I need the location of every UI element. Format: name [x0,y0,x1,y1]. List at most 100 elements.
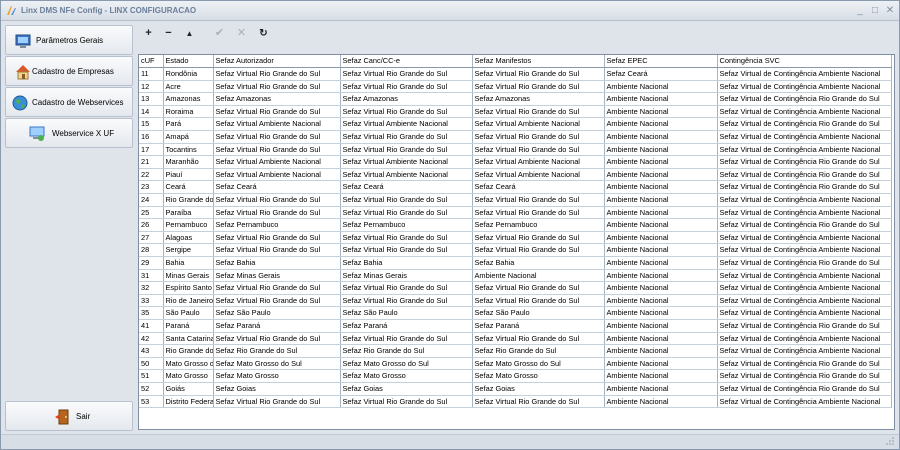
table-cell[interactable]: Sefaz Virtual Rio Grande do Sul [472,105,605,119]
table-cell[interactable]: Acre [163,80,214,94]
add-button[interactable]: + [139,24,158,43]
table-cell[interactable]: Sefaz Virtual de Contingência Ambiente N… [717,231,892,245]
column-header[interactable]: Estado [163,55,214,69]
table-cell[interactable]: Sefaz Ceará [340,180,473,195]
sidebar-item-parametros-gerais[interactable]: Parâmetros Gerais [5,25,133,55]
data-grid[interactable]: cUF Estado Sefaz Autorizador Sefaz Canc/… [138,54,895,430]
table-cell[interactable]: Sefaz Virtual Rio Grande do Sul [213,243,341,257]
table-cell[interactable]: Ambiente Nacional [604,92,718,106]
table-cell[interactable]: Ambiente Nacional [604,193,718,207]
table-cell[interactable]: Sefaz Virtual de Contingência Rio Grande… [717,168,892,182]
table-cell[interactable]: 31 [139,269,164,283]
table-row[interactable]: 41 Paraná Sefaz Paraná Sefaz Paraná Sefaz Pa… [139,319,892,333]
exit-button[interactable]: Sair [5,401,133,431]
table-cell[interactable]: Sefaz Virtual de Contingência Rio Grande… [717,256,892,270]
table-cell[interactable]: 21 [139,155,164,169]
table-cell[interactable]: 33 [139,294,164,308]
table-cell[interactable]: 28 [139,243,164,257]
cancel-button[interactable]: ✕ [232,24,251,43]
table-cell[interactable]: 13 [139,92,164,106]
table-cell[interactable]: Ambiente Nacional [604,294,718,308]
table-cell[interactable]: Sefaz Virtual Rio Grande do Sul [340,231,473,245]
table-cell[interactable]: Sefaz Virtual Rio Grande do Sul [213,206,341,220]
table-cell[interactable]: Ambiente Nacional [604,369,718,383]
table-row[interactable]: 33 Rio de Janeiro Sefaz Virtual Rio Grande… [139,294,892,308]
table-cell[interactable]: Santa Catarina [163,332,214,346]
table-row[interactable]: 24Rio Grande do NorteSefaz Virtual Rio G… [139,193,892,207]
table-cell[interactable]: Ambiente Nacional [604,357,718,371]
table-cell[interactable]: Sefaz Ceará [213,180,341,195]
table-cell[interactable]: Sefaz Virtual de Contingência Ambiente N… [717,80,892,94]
minimize-button[interactable]: _ [853,4,867,17]
table-cell[interactable]: Sefaz Virtual Rio Grande do Sul [213,231,341,245]
table-cell[interactable]: Sefaz Virtual de Contingência Rio Grande… [717,155,892,169]
table-cell[interactable]: Tocantins [163,143,214,157]
table-cell[interactable]: Sefaz Virtual de Contingência Ambiente N… [717,269,892,283]
table-cell[interactable]: Ambiente Nacional [604,155,718,169]
table-cell[interactable]: Amapá [163,130,214,144]
table-cell[interactable]: Ambiente Nacional [604,180,718,195]
table-cell[interactable]: Sefaz Virtual Ambiente Nacional [340,155,473,169]
sidebar-item-cadastro-empresas[interactable]: Cadastro de Empresas [5,56,133,86]
table-cell[interactable]: Sefaz Goias [340,382,473,396]
table-cell[interactable]: Distrito Federal [163,395,214,409]
table-cell[interactable]: Sefaz Virtual Rio Grande do Sul [213,130,341,144]
table-cell[interactable]: Sefaz Virtual de Contingência Ambiente N… [717,143,892,157]
table-cell[interactable]: Mato Grosso [163,369,214,383]
column-header[interactable]: Sefaz Manifestos [472,55,605,69]
table-cell[interactable]: Ambiente Nacional [604,243,718,257]
table-cell[interactable]: Ambiente Nacional [604,80,718,94]
table-row[interactable]: 22 Piauí Sefaz Virtual Ambiente Nacional Se… [139,168,892,182]
table-row[interactable]: 15 Pará Sefaz Virtual Ambiente Nacional Sef… [139,117,892,132]
table-cell[interactable]: Sefaz Mato Grosso do Sul [213,357,341,371]
table-cell[interactable]: Sefaz Amazonas [213,92,341,106]
table-cell[interactable]: Sefaz Mato Grosso do Sul [340,357,473,371]
table-cell[interactable]: Ambiente Nacional [604,206,718,220]
table-cell[interactable]: Sefaz Bahia [340,256,473,270]
table-cell[interactable]: Sefaz Rio Grande do Sul [213,344,341,358]
table-row[interactable]: 28 Sergipe Sefaz Virtual Rio Grande do Sul… [139,243,892,257]
table-row[interactable]: 29 Bahia Sefaz Bahia Sefaz Bahia Sefaz Bahia… [139,256,892,270]
table-row[interactable]: 51 Mato Grosso Sefaz Mato Grosso Sefaz Mato… [139,369,892,383]
table-cell[interactable]: 51 [139,369,164,383]
table-cell[interactable]: Sefaz Goias [472,382,605,396]
table-cell[interactable]: Sefaz Virtual de Contingência Ambiente N… [717,243,892,257]
table-cell[interactable]: Sergipe [163,243,214,257]
table-cell[interactable]: Sefaz Bahia [472,256,605,270]
table-cell[interactable]: Sefaz Virtual Ambiente Nacional [472,168,605,182]
table-cell[interactable]: Sefaz Virtual de Contingência Rio Grande… [717,180,892,195]
table-row[interactable]: 13 Amazonas Sefaz Amazonas Sefaz Amazonas Se… [139,92,892,106]
table-cell[interactable]: 12 [139,80,164,94]
table-cell[interactable]: Ambiente Nacional [472,269,605,283]
table-cell[interactable]: Sefaz Virtual Ambiente Nacional [213,168,341,182]
table-cell[interactable]: 53 [139,395,164,409]
table-cell[interactable]: Sefaz Pernambuco [213,218,341,232]
column-header[interactable]: Sefaz EPEC [604,55,718,69]
table-cell[interactable]: Sefaz Virtual Rio Grande do Sul [213,395,341,409]
table-cell[interactable]: Ambiente Nacional [604,218,718,232]
table-cell[interactable]: Sefaz Virtual de Contingência Rio Grande… [717,382,892,396]
table-cell[interactable]: Sefaz Virtual Rio Grande do Sul [340,332,473,346]
table-cell[interactable]: Sefaz Virtual Rio Grande do Sul [340,105,473,119]
table-cell[interactable]: Rio Grande do Norte [163,193,214,207]
table-row[interactable]: 17 Tocantins Sefaz Virtual Rio Grande do S… [139,143,892,157]
table-row[interactable]: 16 Amapá Sefaz Virtual Rio Grande do Sul Se… [139,130,892,144]
table-cell[interactable]: Pará [163,117,214,132]
table-cell[interactable]: Sefaz Virtual de Contingência Rio Grande… [717,218,892,232]
table-cell[interactable]: Sefaz Virtual Rio Grande do Sul [472,231,605,245]
table-cell[interactable]: Minas Gerais [163,269,214,283]
table-cell[interactable]: Sefaz Virtual Rio Grande do Sul [213,193,341,207]
table-cell[interactable]: Sefaz Virtual de Contingência Ambiente N… [717,206,892,220]
table-cell[interactable]: Sefaz Virtual Rio Grande do Sul [472,294,605,308]
table-cell[interactable]: Sefaz Virtual Rio Grande do Sul [472,130,605,144]
table-cell[interactable]: Sefaz Mato Grosso [472,369,605,383]
table-row[interactable]: 23 Ceará Sefaz Ceará Sefaz Ceará Sefaz Ceará… [139,180,892,195]
table-cell[interactable]: Sefaz Ceará [472,180,605,195]
table-cell[interactable]: Sefaz Virtual de Contingência Ambiente N… [717,193,892,207]
table-cell[interactable]: Sefaz Virtual Rio Grande do Sul [472,193,605,207]
sidebar-item-cadastro-webservices[interactable]: Cadastro de Webservices [5,87,133,117]
sidebar-item-webservice-uf[interactable]: Webservice X UF [5,118,133,148]
table-cell[interactable]: Sefaz Virtual Rio Grande do Sul [340,143,473,157]
column-header[interactable]: Sefaz Autorizador [213,55,341,69]
table-cell[interactable]: Sefaz Rio Grande do Sul [340,344,473,358]
